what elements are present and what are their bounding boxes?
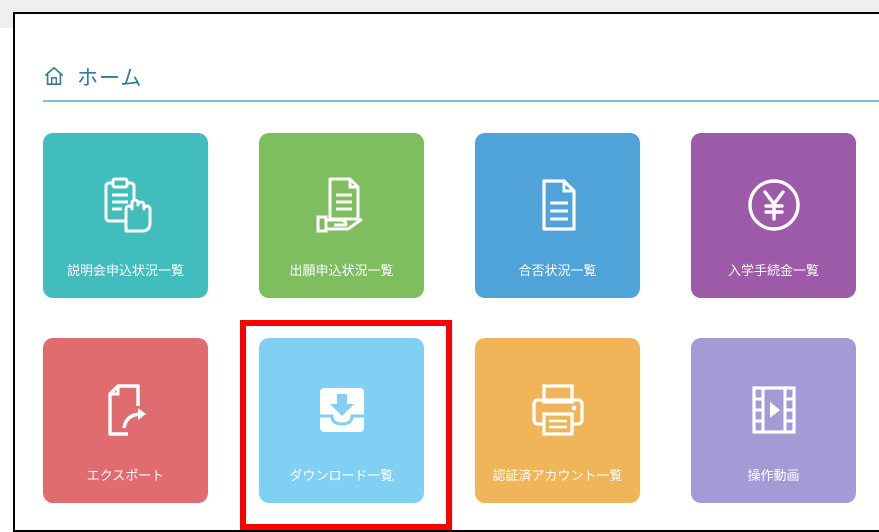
document-icon — [541, 179, 576, 231]
home-icon — [44, 66, 64, 86]
download-tray-icon — [319, 388, 364, 432]
tile-label: 入学手続金一覧 — [727, 264, 819, 279]
tile-label: 合否状況一覧 — [518, 264, 597, 279]
tile-application-status[interactable]: 出願申込状況一覧 — [259, 133, 424, 298]
tile-acceptance-status[interactable]: 合否状況一覧 — [475, 133, 640, 298]
tile-label: 操作動画 — [747, 469, 800, 484]
tile-enrollment-fees[interactable]: 入学手続金一覧 — [691, 133, 856, 298]
document-hand-icon — [316, 177, 363, 233]
printer-icon — [531, 384, 584, 436]
video-film-icon — [751, 386, 796, 434]
tile-verified-accounts[interactable]: 認証済アカウント一覧 — [475, 338, 640, 503]
tile-label: 説明会申込状況一覧 — [66, 264, 184, 279]
tile-label: 出願申込状況一覧 — [289, 264, 394, 279]
clipboard-hand-icon — [104, 177, 151, 233]
tile-export[interactable]: エクスポート — [43, 338, 208, 503]
page-title: ホーム — [77, 66, 143, 90]
tile-label: エクスポート — [86, 469, 165, 484]
tile-seminar-applications[interactable]: 説明会申込状況一覧 — [43, 133, 208, 298]
tile-label: ダウンロード一覧 — [289, 469, 394, 484]
export-file-icon — [107, 384, 146, 436]
tile-label: 認証済アカウント一覧 — [492, 469, 623, 484]
yen-circle-icon — [747, 179, 800, 231]
tile-operation-videos[interactable]: 操作動画 — [691, 338, 856, 503]
tile-download-list[interactable]: ダウンロード一覧 — [259, 338, 424, 503]
page-header: ホーム — [43, 60, 879, 102]
